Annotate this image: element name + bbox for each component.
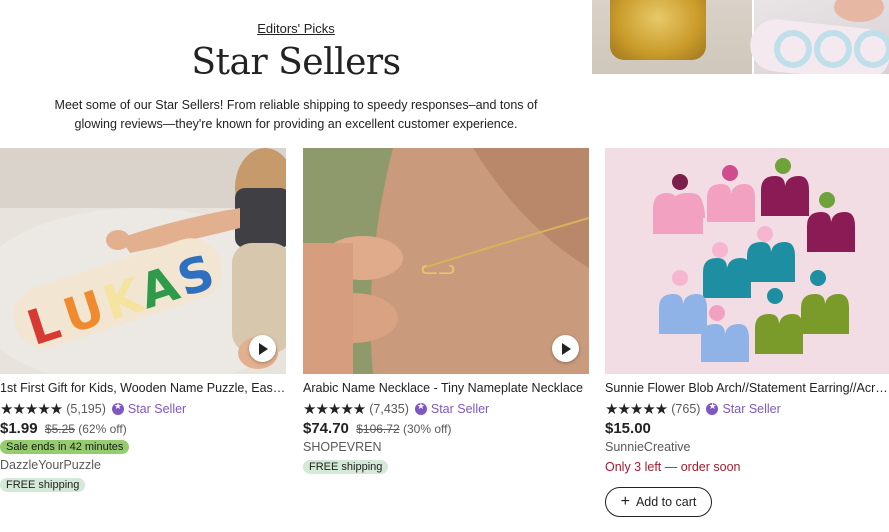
rating-stars-icon: ★★★★★ bbox=[605, 401, 668, 418]
plus-icon: + bbox=[620, 493, 630, 510]
price-row: $1.99 $5.25 (62% off) bbox=[0, 420, 127, 437]
product-image[interactable]: L U K A S bbox=[0, 148, 286, 374]
discount: (30% off) bbox=[402, 422, 452, 436]
star-seller-label: Star Seller bbox=[430, 402, 490, 416]
product-rating: ★★★★★ (5,195) Star Seller bbox=[0, 400, 186, 418]
product-title[interactable]: Arabic Name Necklace - Tiny Nameplate Ne… bbox=[303, 381, 587, 395]
review-count: (7,435) bbox=[369, 402, 409, 416]
product-image[interactable] bbox=[605, 148, 889, 374]
product-rating: ★★★★★ (7,435) Star Seller bbox=[303, 400, 489, 418]
rating-stars-icon: ★★★★★ bbox=[303, 401, 366, 418]
shop-name[interactable]: SunnieCreative bbox=[605, 440, 690, 454]
shop-name[interactable]: DazzleYourPuzzle bbox=[0, 458, 101, 472]
rating-stars-icon: ★★★★★ bbox=[0, 401, 63, 418]
arabic-nameplate: ᓚᓗ bbox=[421, 255, 455, 279]
product-title[interactable]: 1st First Gift for Kids, Wooden Name Puz… bbox=[0, 381, 286, 395]
star-seller-label: Star Seller bbox=[722, 402, 781, 416]
product-image[interactable]: ᓚᓗ bbox=[303, 148, 589, 374]
original-price: $5.25 bbox=[44, 422, 75, 436]
add-to-cart-button[interactable]: + Add to cart bbox=[605, 487, 712, 517]
star-seller-label: Star Seller bbox=[127, 402, 187, 416]
price: $15.00 bbox=[605, 420, 651, 437]
free-shipping-badge: FREE shipping bbox=[303, 460, 389, 474]
price: $1.99 bbox=[0, 420, 38, 437]
low-stock-notice: Only 3 left — order soon bbox=[605, 460, 741, 474]
header-panel: Editors' Picks Star Sellers Meet some of… bbox=[0, 0, 592, 148]
play-video-button[interactable] bbox=[249, 335, 276, 362]
review-count: (765) bbox=[671, 402, 701, 416]
shop-name[interactable]: SHOPEVREN bbox=[303, 440, 382, 454]
add-to-cart-label: Add to cart bbox=[635, 495, 697, 509]
free-shipping-badge: FREE shipping bbox=[0, 478, 86, 492]
page-title: Star Sellers bbox=[191, 42, 401, 83]
section-description: Meet some of our Star Sellers! From reli… bbox=[54, 98, 538, 131]
product-rating: ★★★★★ (765) Star Seller bbox=[605, 400, 781, 418]
star-seller-badge-icon bbox=[111, 401, 124, 415]
price: $74.70 bbox=[303, 420, 349, 437]
hero-image-strip bbox=[592, 0, 889, 74]
original-price: $106.72 bbox=[356, 422, 400, 436]
star-seller-badge-icon bbox=[706, 401, 719, 415]
name-puzzle-image[interactable] bbox=[747, 0, 889, 74]
price-row: $15.00 bbox=[605, 420, 655, 437]
sale-ends-badge: Sale ends in 42 minutes bbox=[0, 440, 130, 454]
oil-bottle-image[interactable] bbox=[592, 0, 752, 74]
star-seller-badge-icon bbox=[414, 401, 427, 415]
editors-picks-link[interactable]: Editors' Picks bbox=[0, 21, 592, 36]
play-video-button[interactable] bbox=[552, 335, 579, 362]
price-row: $74.70 $106.72 (30% off) bbox=[303, 420, 451, 437]
product-title[interactable]: Sunnie Flower Blob Arch//Statement Earri… bbox=[605, 381, 889, 395]
review-count: (5,195) bbox=[66, 402, 106, 416]
discount: (62% off) bbox=[78, 422, 127, 436]
